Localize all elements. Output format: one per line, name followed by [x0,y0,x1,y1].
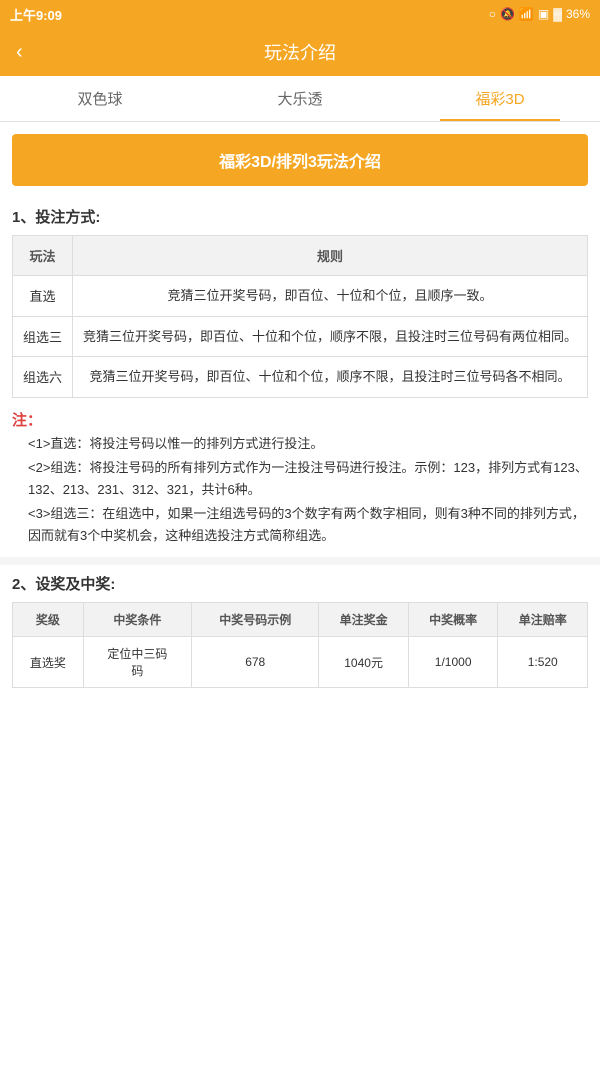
prize-odds: 1:520 [498,637,588,688]
prize-level: 直选奖 [13,637,84,688]
alarm-icon: ○ [489,7,496,21]
prize-example: 678 [192,637,319,688]
play-name-zuxuanliu: 组选六 [13,357,73,398]
rule-zuxuansan: 竞猜三位开奖号码，即百位、十位和个位，顺序不限，且投注时三位号码有两位相同。 [73,316,588,357]
signal-icon: ▣ [538,7,549,21]
prize-col-level: 奖级 [13,603,84,637]
battery-percent: 36% [566,7,590,21]
prize-table: 奖级 中奖条件 中奖号码示例 单注奖金 中奖概率 单注赔率 直选奖 定位中三码 … [12,602,588,688]
note-item-2: <2>组选：将投注号码的所有排列方式作为一注投注号码进行投注。示例：123，排列… [12,457,588,501]
prize-condition: 定位中三码 码 [83,637,191,688]
back-button[interactable]: ‹ [16,41,23,64]
table-row: 直选奖 定位中三码 码 678 1040元 1/1000 1:520 [13,637,588,688]
prize-col-probability: 中奖概率 [408,603,498,637]
header: ‹ 玩法介绍 [0,28,600,76]
table-row: 组选三 竞猜三位开奖号码，即百位、十位和个位，顺序不限，且投注时三位号码有两位相… [13,316,588,357]
status-bar: 上午9:09 ○ 🔕 📶 ▣ ▓ 36% [0,0,600,28]
notes-section: 注： <1>直选：将投注号码以惟一的排列方式进行投注。 <2>组选：将投注号码的… [0,398,600,558]
play-name-zuxuansan: 组选三 [13,316,73,357]
rule-zuxuanliu: 竞猜三位开奖号码，即百位、十位和个位，顺序不限，且投注时三位号码各不相同。 [73,357,588,398]
col-header-play: 玩法 [13,236,73,276]
play-table: 玩法 规则 直选 竞猜三位开奖号码，即百位、十位和个位，且顺序一致。 组选三 竞… [12,235,588,398]
note-item-1: <1>直选：将投注号码以惟一的排列方式进行投注。 [12,433,588,455]
rule-zhixuan: 竞猜三位开奖号码，即百位、十位和个位，且顺序一致。 [73,276,588,317]
tab-daletou[interactable]: 大乐透 [200,76,400,121]
prize-col-prize: 单注奖金 [319,603,409,637]
header-title: 玩法介绍 [264,39,336,65]
wifi-icon: 📶 [519,7,534,21]
banner: 福彩3D/排列3玩法介绍 [12,134,588,186]
prize-col-example: 中奖号码示例 [192,603,319,637]
status-time: 上午9:09 [10,5,62,24]
content-area: 福彩3D/排列3玩法介绍 1、投注方式: 玩法 规则 直选 竞猜三位开奖号码，即… [0,134,600,688]
section1-title: 1、投注方式: [0,198,600,235]
table-row: 直选 竞猜三位开奖号码，即百位、十位和个位，且顺序一致。 [13,276,588,317]
tab-fucai3d[interactable]: 福彩3D [400,76,600,121]
prize-col-odds: 单注赔率 [498,603,588,637]
note-item-3: <3>组选三：在组选中，如果一注组选号码的3个数字有两个数字相同，则有3种不同的… [12,503,588,547]
col-header-rule: 规则 [73,236,588,276]
tab-shuangseqiu[interactable]: 双色球 [0,76,200,121]
note-title: 注： [12,412,42,429]
battery-icon: ▓ [553,7,562,21]
divider [0,557,600,565]
section2-title: 2、设奖及中奖: [0,565,600,602]
prize-probability: 1/1000 [408,637,498,688]
tabs-bar: 双色球 大乐透 福彩3D [0,76,600,122]
play-name-zhixuan: 直选 [13,276,73,317]
status-icons: ○ 🔕 📶 ▣ ▓ 36% [489,7,590,21]
table-row: 组选六 竞猜三位开奖号码，即百位、十位和个位，顺序不限，且投注时三位号码各不相同… [13,357,588,398]
bell-icon: 🔕 [500,7,515,21]
prize-col-condition: 中奖条件 [83,603,191,637]
prize-amount: 1040元 [319,637,409,688]
